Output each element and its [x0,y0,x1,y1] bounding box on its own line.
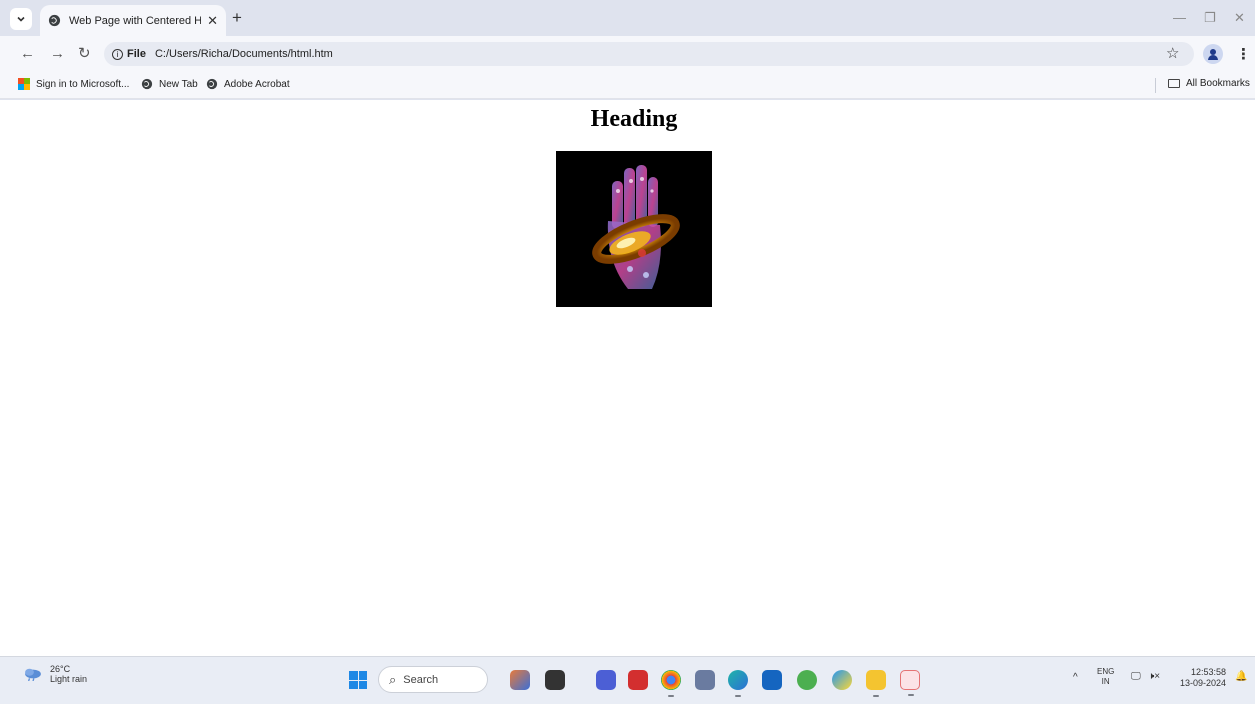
bookmark-microsoft[interactable]: Sign in to Microsoft... [18,78,129,90]
show-hidden-icons-icon[interactable]: ^ [1073,672,1078,683]
bookmarks-divider [1155,78,1156,93]
hand-image [556,151,712,307]
globe-icon [141,78,153,90]
notification-bell-icon[interactable]: 🔔 [1235,671,1247,682]
taskbar-search-label: Search [403,673,439,686]
taskbar-search[interactable]: ⌕ Search [378,666,488,693]
minimize-icon[interactable]: — [1173,10,1186,25]
tab-active[interactable]: Web Page with Centered Head ✕ [40,5,226,36]
chrome-icon[interactable] [661,670,681,697]
globe-icon [48,14,61,27]
copilot-icon[interactable] [832,670,852,690]
address-scheme: File [127,48,146,60]
weather-temp: 26°C [50,664,71,674]
web-page-content: Heading [0,100,1255,656]
system-clock[interactable]: 12:53:58 13-09-2024 [1176,667,1226,689]
avatar-body [1208,55,1218,60]
bookmark-new-tab[interactable]: New Tab [141,78,198,90]
network-icon[interactable]: 🖵 [1131,671,1141,682]
clock-time: 12:53:58 [1190,667,1226,677]
snipping-tool-icon[interactable] [900,670,920,696]
file-explorer-icon[interactable] [866,670,886,697]
bookmark-label: Adobe Acrobat [224,78,290,90]
teams-icon[interactable] [596,670,616,690]
hand-artwork [556,151,712,307]
tab-strip: Web Page with Centered Head ✕ + — ❐ ✕ [0,0,1255,36]
bookmark-star-icon[interactable]: ☆ [1166,44,1179,62]
lang-bottom: IN [1101,677,1110,686]
back-arrow-icon[interactable]: ← [20,45,35,62]
bookmark-label: New Tab [159,78,198,90]
site-info-chip[interactable]: i File [112,48,146,60]
widgets-icon[interactable] [510,670,530,690]
bookmark-label: Sign in to Microsoft... [36,78,130,90]
volume-mute-icon[interactable]: 🕨× [1148,671,1160,682]
all-bookmarks-label: All Bookmarks [1186,78,1250,89]
acrobat-icon[interactable] [628,670,648,690]
bookmark-adobe-acrobat[interactable]: Adobe Acrobat [206,78,290,90]
info-icon: i [112,48,123,60]
restore-icon[interactable]: ❐ [1204,10,1216,26]
language-indicator[interactable]: ENG IN [1097,667,1114,687]
tab-title: Web Page with Centered Head [69,14,202,27]
windows-start-icon[interactable] [349,671,367,689]
address-url: C:/Users/Richa/Documents/html.htm [154,48,333,60]
tab-search-button[interactable] [10,8,32,30]
all-bookmarks-button[interactable]: All Bookmarks [1168,78,1250,89]
microsoft-logo-icon [18,78,30,90]
more-menu-icon[interactable]: ⋮ [1236,45,1251,63]
reload-icon[interactable]: ↻ [78,44,91,62]
store-icon[interactable] [762,670,782,690]
close-window-icon[interactable]: ✕ [1234,10,1245,26]
lang-top: ENG [1097,667,1115,676]
cloud-rain-icon [25,668,41,681]
chevron-down-icon [17,16,25,22]
network-app-icon[interactable] [695,670,715,690]
bookmarks-bar: Sign in to Microsoft... New Tab Adobe Ac… [0,72,1255,99]
clock-date: 13-09-2024 [1179,678,1226,688]
search-icon: ⌕ [389,671,397,687]
weather-desc: Light rain [50,674,88,684]
forward-arrow-icon[interactable]: → [50,45,65,62]
app-icon[interactable] [797,670,817,690]
tab-close-icon[interactable]: ✕ [207,13,218,29]
folder-icon [1168,79,1180,88]
globe-icon [206,78,218,90]
address-bar[interactable]: i File C:/Users/Richa/Documents/html.htm [104,42,1194,66]
edge-icon[interactable] [728,670,748,697]
page-heading: Heading [590,106,678,132]
profile-avatar[interactable] [1203,44,1223,64]
task-view-icon[interactable] [545,670,565,690]
weather-widget[interactable]: 26°C Light rain [22,664,87,684]
new-tab-button[interactable]: + [232,8,242,28]
